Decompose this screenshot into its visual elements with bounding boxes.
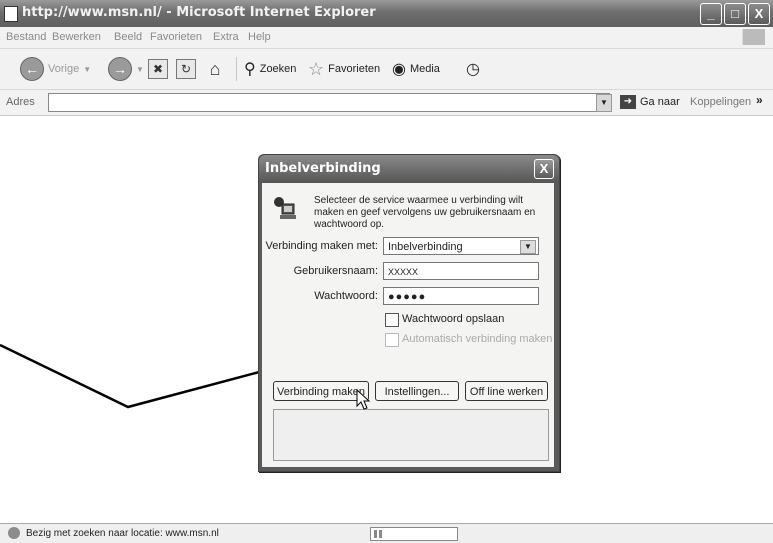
chevron-down-icon: ▼ bbox=[520, 240, 536, 254]
computer-network-icon bbox=[274, 197, 296, 219]
dialog-close-button[interactable]: X bbox=[534, 159, 554, 179]
save-password-checkbox[interactable] bbox=[385, 313, 399, 327]
progress-fill bbox=[374, 530, 384, 538]
dialog-title-bar: Inbelverbinding X bbox=[259, 155, 559, 183]
connect-with-label: Verbinding maken met: bbox=[265, 240, 378, 252]
auto-connect-checkbox bbox=[385, 333, 399, 347]
auto-connect-label: Automatisch verbinding maken bbox=[402, 333, 553, 345]
dialog-status-area bbox=[273, 409, 549, 461]
username-label: Gebruikersnaam: bbox=[293, 265, 378, 277]
connect-with-value: Inbelverbinding bbox=[388, 241, 463, 253]
loading-globe-icon bbox=[8, 527, 20, 539]
status-bar: Bezig met zoeken naar locatie: www.msn.n… bbox=[0, 523, 773, 543]
offline-button[interactable]: Off line werken bbox=[465, 381, 548, 401]
connect-with-select[interactable]: Inbelverbinding ▼ bbox=[383, 237, 539, 255]
password-label: Wachtwoord: bbox=[314, 290, 378, 302]
progress-bar bbox=[370, 527, 458, 541]
dialog-title: Inbelverbinding bbox=[265, 161, 381, 176]
mouse-cursor-icon bbox=[356, 389, 371, 410]
username-input[interactable]: XXXXX bbox=[383, 262, 539, 280]
password-input[interactable]: ●●●●● bbox=[383, 287, 539, 305]
connect-button[interactable]: Verbinding maken bbox=[273, 381, 369, 401]
dialog-body: Selecteer de service waarmee u verbindin… bbox=[262, 183, 554, 467]
dialup-dialog: Inbelverbinding X Selecteer de service w… bbox=[258, 154, 560, 472]
dialog-description: Selecteer de service waarmee u verbindin… bbox=[314, 195, 536, 230]
save-password-label[interactable]: Wachtwoord opslaan bbox=[402, 313, 504, 325]
settings-button[interactable]: Instellingen... bbox=[375, 381, 459, 401]
status-text: Bezig met zoeken naar locatie: www.msn.n… bbox=[26, 528, 219, 539]
